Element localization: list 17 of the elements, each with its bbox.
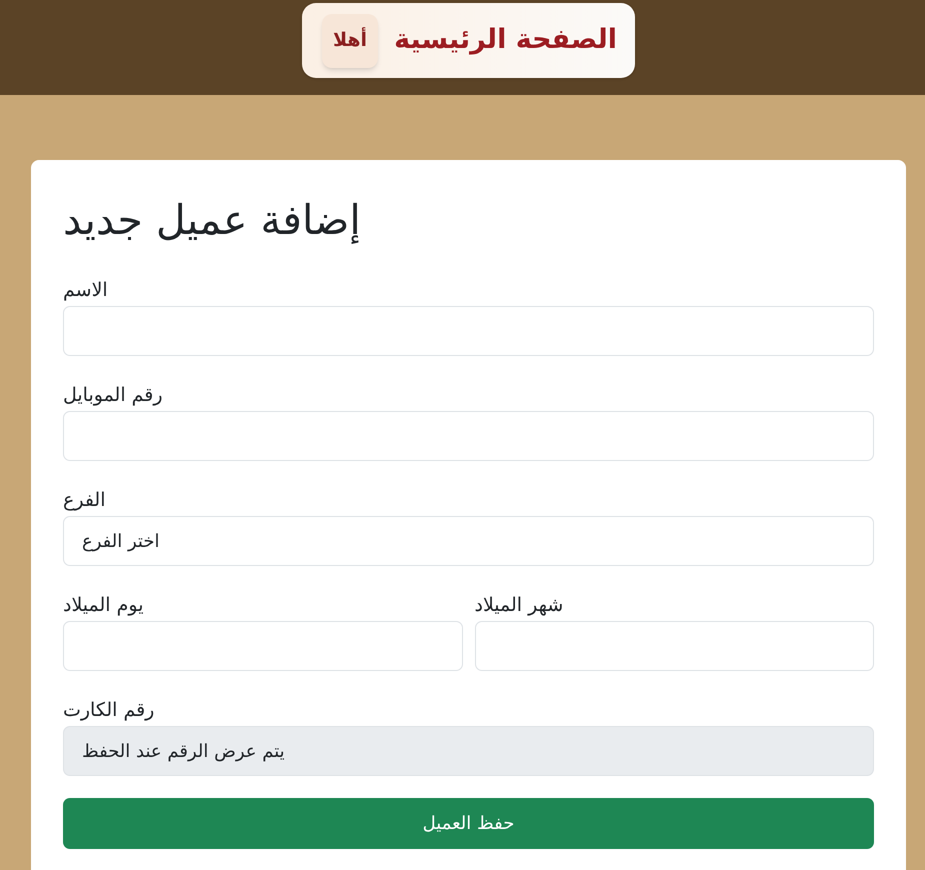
field-label: الفرع	[63, 488, 106, 514]
input-field[interactable]: اختر الفرع	[63, 516, 874, 566]
field-label: رقم الموبايل	[63, 383, 163, 408]
field-label: الاسم	[63, 278, 108, 304]
field-label: يوم الميلاد	[63, 593, 144, 618]
field-label: رقم الكارت	[63, 698, 154, 724]
logo-text: أهلا	[322, 14, 378, 68]
save-button[interactable]: حفظ العميل	[63, 798, 874, 850]
input-field: يتم عرض الرقم عند الحفظ	[63, 726, 874, 776]
home-pill[interactable]: أهلا الصفحة الرئيسية	[302, 3, 635, 78]
form-title: إضافة عميل جديد	[63, 195, 361, 246]
input-field[interactable]	[63, 621, 462, 672]
input-field[interactable]	[63, 411, 874, 462]
input-field[interactable]	[63, 306, 874, 356]
home-title: الصفحة الرئيسية	[393, 23, 617, 58]
field-label: شهر الميلاد	[474, 593, 564, 618]
input-field[interactable]	[474, 621, 874, 672]
